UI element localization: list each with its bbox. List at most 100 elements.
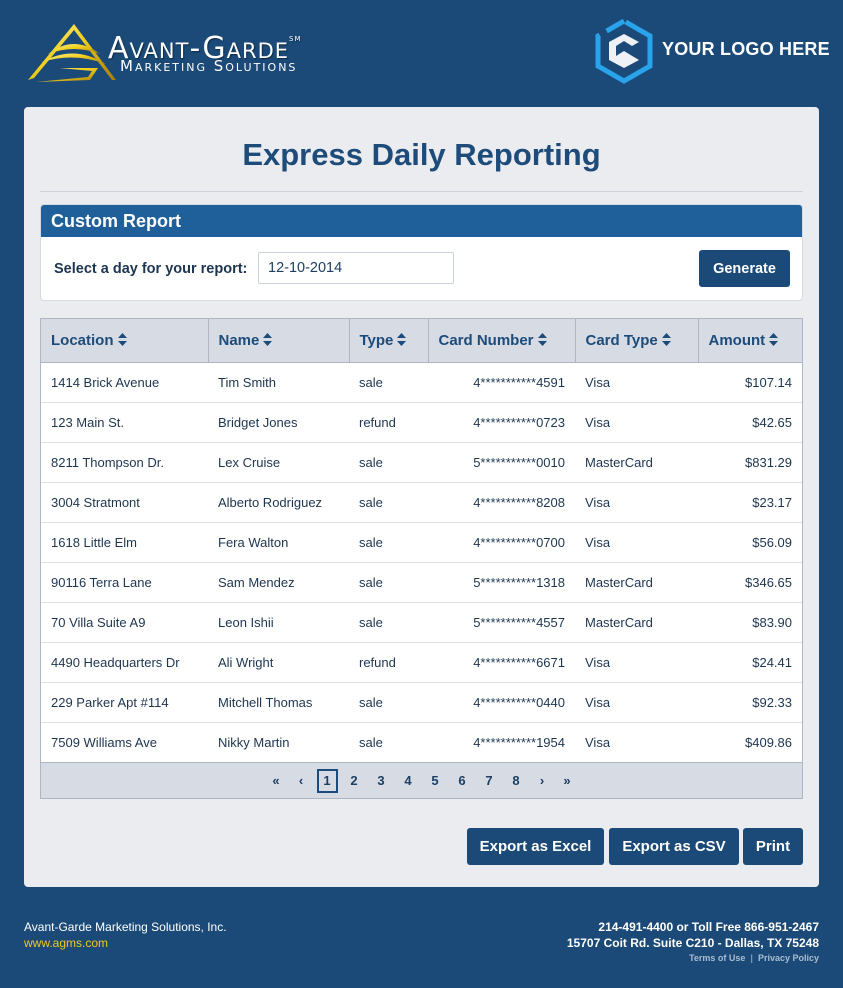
page-button-8[interactable]: 8 <box>506 769 527 793</box>
table-row[interactable]: 1618 Little Elm Fera Walton sale 4*********… <box>41 522 802 563</box>
cell-card-number: 4***********8208 <box>428 482 575 523</box>
page-button-3[interactable]: 3 <box>371 769 392 793</box>
footer-company: Avant-Garde Marketing Solutions, Inc. <box>24 920 227 934</box>
pagination: « ‹ 1 2 3 4 5 6 7 8 › » <box>41 762 802 798</box>
cell-location: 4490 Headquarters Dr <box>41 642 208 683</box>
cell-type: sale <box>359 734 383 750</box>
page-button-6[interactable]: 6 <box>452 769 473 793</box>
column-header-type[interactable]: Type <box>349 319 429 363</box>
cell-amount: $92.33 <box>698 682 802 723</box>
terms-of-use-link[interactable]: Terms of Use <box>689 953 745 963</box>
avant-garde-logo[interactable]: Avant-GardeSM Marketing Solutions <box>24 22 354 84</box>
table-row[interactable]: 123 Main St. Bridget Jones refund 4********… <box>41 402 802 443</box>
column-label: Type <box>359 331 394 349</box>
cell-location: 229 Parker Apt #114 <box>41 682 208 723</box>
table-row[interactable]: 8211 Thompson Dr. Lex Cruise sale 5********… <box>41 442 802 483</box>
table-row[interactable]: 229 Parker Apt #114 Mitchell Thomas sale 4*… <box>41 682 802 723</box>
sort-icon <box>537 332 547 346</box>
cell-card-number: 4***********6671 <box>428 642 575 683</box>
generate-button[interactable]: Generate <box>699 250 790 287</box>
partner-logo-text: YOUR LOGO HERE <box>662 39 830 59</box>
cell-amount: $831.29 <box>698 442 802 483</box>
date-label: Select a day for your report: <box>54 261 248 277</box>
cell-card-type: Visa <box>575 522 698 563</box>
cell-location: 7509 Williams Ave <box>51 734 157 750</box>
cell-type: sale <box>349 682 428 723</box>
page-button-5[interactable]: 5 <box>425 769 446 793</box>
column-label: Name <box>218 331 260 349</box>
last-page-button[interactable]: » <box>557 769 578 793</box>
table-row[interactable]: 3004 Stratmont Alberto Rodriguez sale 4****… <box>41 482 802 523</box>
report-date-input[interactable] <box>258 252 454 284</box>
cell-amount: $346.65 <box>698 562 802 603</box>
column-header-card-type[interactable]: Card Type <box>575 319 699 363</box>
sort-icon <box>661 332 671 346</box>
table-row[interactable]: 90116 Terra Lane Sam Mendez sale 5*********… <box>41 562 802 603</box>
footer-website-link[interactable]: www.agms.com <box>24 936 108 950</box>
cell-amount: $24.41 <box>698 642 802 683</box>
cell-type: sale <box>349 482 428 523</box>
custom-report-heading: Custom Report <box>41 205 802 237</box>
cell-name: Alberto Rodriguez <box>208 482 349 523</box>
sort-icon <box>117 332 127 346</box>
next-page-button[interactable]: › <box>532 769 553 793</box>
cell-card-number: 5***********0010 <box>428 442 575 483</box>
footer-address: 15707 Coit Rd. Suite C210 - Dallas, TX 7… <box>566 936 819 950</box>
cell-name: Sam Mendez <box>208 562 349 603</box>
cell-type: sale <box>349 602 428 643</box>
cell-location: 1414 Brick Avenue <box>41 362 208 403</box>
column-header-name[interactable]: Name <box>208 319 350 363</box>
column-label: Amount <box>708 331 766 349</box>
cell-location: 90116 Terra Lane <box>41 562 208 603</box>
table-row[interactable]: 7509 Williams Ave Nikky Martin sale 4******… <box>41 722 802 762</box>
page-button-2[interactable]: 2 <box>344 769 365 793</box>
cell-location: 1618 Little Elm <box>41 522 208 563</box>
cell-type: sale <box>349 442 428 483</box>
cell-name: Mitchell Thomas <box>208 682 349 723</box>
cell-card-type: MasterCard <box>575 602 698 643</box>
cell-location: 123 Main St. <box>41 402 208 443</box>
privacy-policy-link[interactable]: Privacy Policy <box>758 953 819 963</box>
cell-card-number: 5***********4557 <box>428 602 575 643</box>
column-label: Card Number <box>438 331 534 349</box>
first-page-button[interactable]: « <box>266 769 287 793</box>
cell-name: Tim Smith <box>208 362 349 403</box>
partner-logo[interactable]: YOUR LOGO HERE <box>594 18 830 84</box>
cell-type: sale <box>349 562 428 603</box>
cell-amount: $42.65 <box>698 402 802 443</box>
page-button-1[interactable]: 1 <box>316 768 338 793</box>
cell-amount: $23.17 <box>698 482 802 523</box>
cell-type: sale <box>349 362 428 403</box>
footer-phone: 214-491-4400 or Toll Free 866-951-2467 <box>598 920 819 934</box>
cell-card-type: MasterCard <box>575 562 698 603</box>
cell-card-number: 5***********1318 <box>428 562 575 603</box>
cell-amount: $107.14 <box>698 362 802 403</box>
cell-card-type: Visa <box>575 682 698 723</box>
column-header-card-number[interactable]: Card Number <box>428 319 576 363</box>
column-header-location[interactable]: Location <box>41 319 209 363</box>
table-row[interactable]: 4490 Headquarters Dr Ali Wright refund 4***… <box>41 642 802 683</box>
export-excel-button[interactable]: Export as Excel <box>467 828 604 865</box>
cell-location: 8211 Thompson Dr. <box>41 442 208 483</box>
page-title: Express Daily Reporting <box>242 137 601 172</box>
page-button-4[interactable]: 4 <box>398 769 419 793</box>
cell-type: refund <box>349 402 428 443</box>
cell-name: Nikky Martin <box>218 734 290 750</box>
cell-card-number: 4***********0440 <box>428 682 575 723</box>
table-row[interactable]: 1414 Brick Avenue Tim Smith sale 4*********… <box>41 362 802 403</box>
column-label: Location <box>51 331 114 349</box>
cell-location: 3004 Stratmont <box>41 482 208 523</box>
cell-type: sale <box>349 522 428 563</box>
print-button[interactable]: Print <box>743 828 803 865</box>
previous-page-button[interactable]: ‹ <box>291 769 312 793</box>
header: Avant-GardeSM Marketing Solutions YOUR L… <box>0 0 843 106</box>
page-button-7[interactable]: 7 <box>479 769 500 793</box>
export-csv-button[interactable]: Export as CSV <box>609 828 739 865</box>
table-header-row: Location Name Type Card Number Card Type… <box>41 319 802 363</box>
column-header-amount[interactable]: Amount <box>698 319 802 363</box>
table-row[interactable]: 70 Villa Suite A9 Leon Ishii sale 5********… <box>41 602 802 643</box>
cell-name: Lex Cruise <box>208 442 349 483</box>
cell-card-number: 4***********0700 <box>428 522 575 563</box>
cell-card-number: 4***********4591 <box>428 362 575 403</box>
cell-card-type: MasterCard <box>575 442 698 483</box>
